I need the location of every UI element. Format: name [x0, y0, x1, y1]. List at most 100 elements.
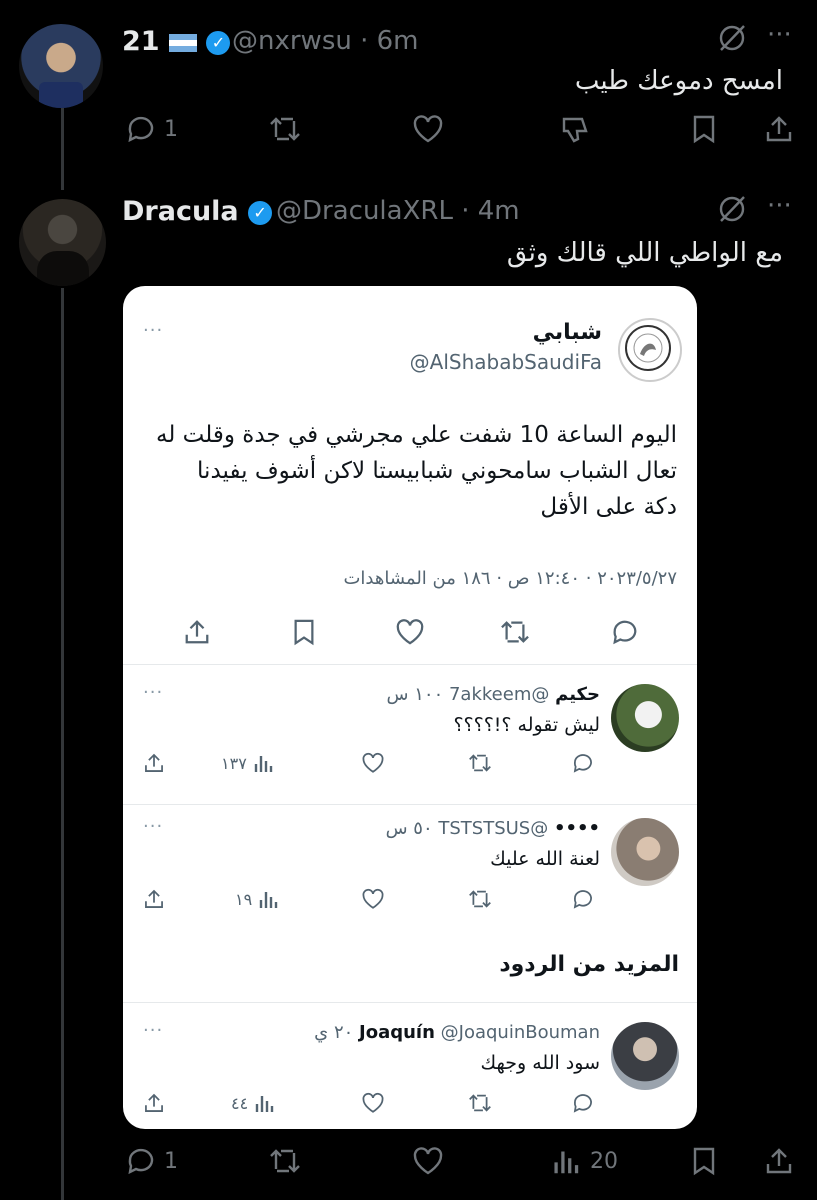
- more-icon[interactable]: ···: [767, 191, 792, 221]
- verified-icon: ✓: [248, 200, 273, 225]
- action-bar: 1 20: [120, 1146, 799, 1186]
- like-icon: [396, 619, 424, 645]
- author-name[interactable]: ••••: [554, 818, 600, 839]
- author-handle[interactable]: @DraculaXRL · 4m: [276, 196, 520, 226]
- retweet-button[interactable]: [268, 1146, 302, 1176]
- retweet-button[interactable]: [467, 752, 493, 774]
- divider: [123, 664, 697, 665]
- reply-button[interactable]: 1: [126, 114, 178, 144]
- views-icon: [254, 756, 272, 772]
- reply-icon: [573, 890, 592, 909]
- retweet-button[interactable]: [268, 114, 302, 144]
- avatar[interactable]: [19, 199, 106, 286]
- reply-icon: [128, 1148, 154, 1175]
- reply-header: •••• @TSTSTSUS ٥٠ س: [386, 818, 600, 839]
- retweet-button[interactable]: [467, 1092, 493, 1114]
- flag-icon: [168, 33, 197, 52]
- share-icon: [145, 753, 163, 772]
- views-button[interactable]: ٤٤: [231, 1092, 276, 1114]
- retweet-icon: [501, 621, 529, 643]
- author-name[interactable]: 21 ✓: [122, 26, 231, 57]
- reply-text: لعنة الله عليك: [490, 848, 600, 870]
- grok-icon[interactable]: [716, 193, 748, 232]
- like-icon: [413, 1147, 443, 1175]
- more-replies-heading: المزيد من الردود: [499, 952, 679, 977]
- reply-button[interactable]: [571, 1092, 595, 1114]
- reply-count: 1: [164, 116, 178, 142]
- views-icon: [554, 1151, 579, 1174]
- author-handle[interactable]: @nxrwsu · 6m: [232, 26, 419, 56]
- reply-icon: [573, 754, 592, 773]
- bookmark-button[interactable]: [690, 114, 718, 144]
- retweet-button[interactable]: [499, 618, 531, 646]
- retweet-icon: [469, 754, 491, 772]
- author-name[interactable]: Joaquín: [359, 1022, 435, 1043]
- share-icon: [185, 620, 209, 644]
- tweet-text-line: اليوم الساعة 10 شفت علي مجرشي في جدة وقل…: [156, 422, 677, 448]
- retweet-button[interactable]: [467, 888, 493, 910]
- view-count: ١٣٧: [221, 753, 247, 773]
- separator: ·: [461, 196, 470, 226]
- tweet-text: مع الواطي اللي قالك وثق: [506, 238, 783, 268]
- like-button[interactable]: [395, 618, 425, 646]
- reply-button[interactable]: [571, 752, 595, 774]
- avatar[interactable]: [611, 818, 679, 886]
- views-button[interactable]: ١٩: [235, 888, 280, 910]
- dislike-button[interactable]: [560, 114, 592, 144]
- like-button[interactable]: [361, 1092, 385, 1114]
- avatar[interactable]: [19, 24, 103, 108]
- views-button[interactable]: ١٣٧: [221, 752, 275, 774]
- share-button[interactable]: [143, 1092, 165, 1114]
- tweet-meta: ٢٠٢٣/٥/٢٧ · ١٢:٤٠ ص · ١٨٦ من المشاهدات: [343, 568, 677, 589]
- share-icon: [145, 1093, 163, 1112]
- more-icon[interactable]: ···: [143, 816, 163, 837]
- share-button[interactable]: [764, 1146, 794, 1176]
- author-handle[interactable]: @JoaquinBouman: [441, 1022, 600, 1043]
- bookmark-button[interactable]: [690, 1146, 718, 1176]
- share-button[interactable]: [764, 114, 794, 144]
- like-icon: [362, 1092, 384, 1113]
- like-button[interactable]: [412, 114, 444, 144]
- retweet-icon: [469, 890, 491, 908]
- more-icon[interactable]: ···: [143, 320, 163, 341]
- reply-button[interactable]: [611, 618, 639, 646]
- reply-button[interactable]: [571, 888, 595, 910]
- share-button[interactable]: [183, 618, 211, 646]
- author-handle[interactable]: @TSTSTSUS: [438, 818, 548, 839]
- like-icon: [362, 752, 384, 773]
- like-button[interactable]: [361, 752, 385, 774]
- share-button[interactable]: [143, 888, 165, 910]
- retweet-icon: [469, 1094, 491, 1112]
- reply-text: ليش تقوله ؟!؟؟؟؟: [453, 714, 600, 736]
- like-button[interactable]: [412, 1146, 444, 1176]
- author-handle[interactable]: @AlShababSaudiFa: [410, 350, 602, 374]
- avatar[interactable]: [611, 1022, 679, 1090]
- embedded-image[interactable]: ··· شبابي @AlShababSaudiFa اليوم الساعة …: [123, 286, 697, 1129]
- author-name[interactable]: Dracula ✓: [122, 196, 273, 227]
- bookmark-button[interactable]: [291, 618, 317, 646]
- view-count: ٤٤: [231, 1093, 249, 1113]
- grok-icon[interactable]: [716, 22, 748, 61]
- views-button[interactable]: 20: [552, 1146, 618, 1176]
- share-icon: [766, 116, 792, 142]
- share-button[interactable]: [143, 752, 165, 774]
- more-icon[interactable]: ···: [143, 1020, 163, 1041]
- author-name[interactable]: حكيم: [555, 684, 600, 705]
- author-name[interactable]: شبابي: [533, 320, 602, 345]
- action-bar: 1: [120, 114, 799, 154]
- avatar[interactable]: [611, 684, 679, 752]
- thread-line: [61, 100, 64, 190]
- divider: [123, 804, 697, 805]
- more-icon[interactable]: ···: [767, 20, 792, 50]
- timestamp: 4m: [477, 196, 520, 226]
- reply-header: حكيم @7akkeem ١٠٠ س: [387, 684, 600, 705]
- like-button[interactable]: [361, 888, 385, 910]
- more-icon[interactable]: ···: [143, 682, 163, 703]
- thread-line: [61, 288, 64, 1200]
- author-name-text: 21: [122, 26, 160, 57]
- reply-button[interactable]: 1: [126, 1146, 178, 1176]
- timestamp: ١٠٠ س: [386, 684, 444, 705]
- timestamp: 6m: [376, 26, 419, 56]
- timestamp: ٥٠ س: [385, 818, 433, 839]
- author-handle[interactable]: @7akkeem: [449, 684, 549, 705]
